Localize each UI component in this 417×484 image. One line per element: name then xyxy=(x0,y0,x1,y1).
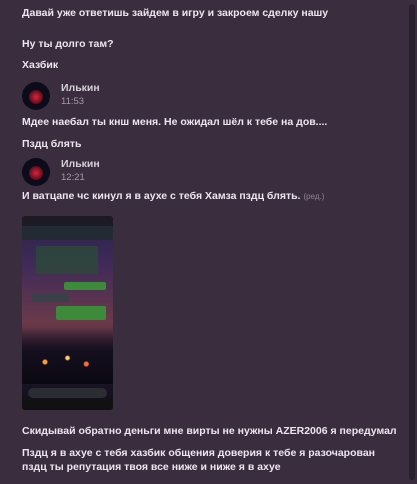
scrollbar[interactable] xyxy=(409,4,415,480)
scroll-thumb[interactable] xyxy=(409,4,415,480)
message-text: Ну ты долго там? xyxy=(22,38,114,50)
message-text: Пздц блять xyxy=(22,138,82,150)
avatar[interactable] xyxy=(22,82,50,110)
message-author[interactable]: Илькин xyxy=(61,82,100,94)
message-text: Пздц я в ахуе с тебя хазбик общения дове… xyxy=(22,447,375,473)
avatar[interactable] xyxy=(22,158,50,186)
message-text: Давай уже ответишь зайдем в игру и закро… xyxy=(22,7,329,19)
message-timestamp: 11:53 xyxy=(61,96,85,107)
chat-log: Давай уже ответишь зайдем в игру и закро… xyxy=(0,0,405,484)
message-text: Скидывай обратно деньги мне вирты не нуж… xyxy=(22,425,397,437)
message-body: И ватцапе чс кинул я в аухе с тебя Хамза… xyxy=(22,190,301,202)
message-text: Мдее наебал ты кнш меня. Не ожидал шёл к… xyxy=(22,116,328,128)
message-timestamp: 12:21 xyxy=(61,172,85,183)
message-author[interactable]: Илькин xyxy=(61,158,100,170)
message-text: Хазбик xyxy=(22,59,59,71)
screenshot-image[interactable] xyxy=(22,216,113,410)
edited-marker: (ред.) xyxy=(303,192,325,201)
message-text: И ватцапе чс кинул я в аухе с тебя Хамза… xyxy=(22,189,324,204)
